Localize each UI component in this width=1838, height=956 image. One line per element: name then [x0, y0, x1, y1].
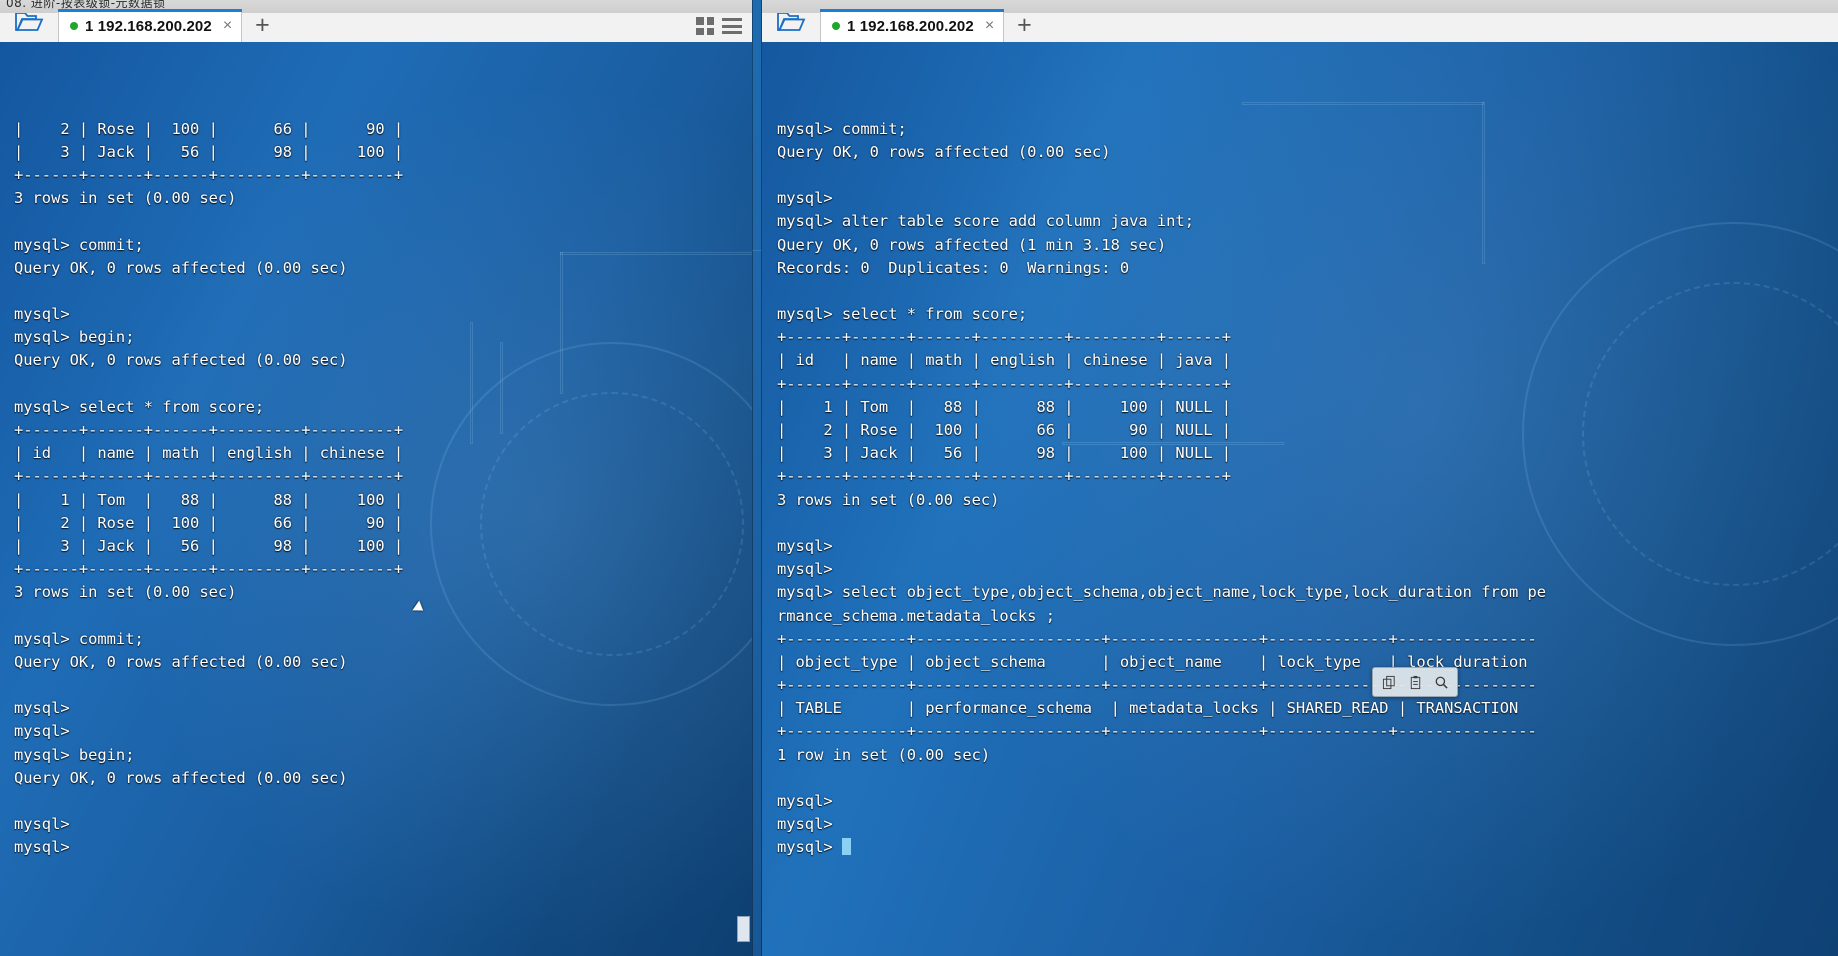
terminal-line: 1 row in set (0.00 sec) [777, 745, 991, 764]
terminal-line: mysql> [14, 838, 70, 857]
text-cursor [841, 838, 851, 856]
titlebar-left: 08. 进阶-按表级锁-元数据锁 1 192.168.200.202 × + [0, 0, 752, 43]
terminal-line: | 3 | Jack | 56 | 98 | 100 | [14, 142, 404, 161]
terminal-line: +------+------+------+---------+--------… [777, 374, 1232, 393]
terminal-bg-line [1242, 102, 1484, 105]
terminal-line: | 1 | Tom | 88 | 88 | 100 | NULL | [777, 397, 1232, 416]
new-tab-button[interactable]: + [242, 13, 283, 42]
terminal-line: +------+------+------+---------+--------… [14, 165, 404, 184]
terminal-line: | TABLE | performance_schema | metadata_… [777, 699, 1547, 718]
terminal-line: +------+------+------+---------+--------… [14, 467, 404, 486]
tab-session-1[interactable]: 1 192.168.200.202 × [820, 9, 1005, 42]
terminal-line: +-------------+--------------------+----… [777, 629, 1537, 648]
terminal-line: | id | name | math | english | chinese | [14, 444, 404, 463]
terminal-line: Records: 0 Duplicates: 0 Warnings: 0 [777, 258, 1130, 277]
terminal-line: mysql> [14, 699, 70, 718]
terminal-line: mysql> begin; [14, 328, 135, 347]
close-icon[interactable]: × [985, 18, 994, 34]
terminal-line: mysql> begin; [14, 745, 135, 764]
desktop-screen: 08. 进阶-按表级锁-元数据锁 1 192.168.200.202 × + |… [0, 0, 1838, 956]
terminal-line: mysql> commit; [14, 629, 144, 648]
terminal-window-right[interactable]: 1 192.168.200.202 × + mysql> commit; Quer… [762, 0, 1838, 956]
terminal-line: | object_type | object_schema | object_n… [777, 652, 1537, 671]
terminal-text-left: | 2 | Rose | 100 | 66 | 90 | | 3 | Jack |… [0, 112, 752, 860]
terminal-line: mysql> alter table score add column java… [777, 212, 1194, 231]
terminal-line: mysql> [14, 815, 70, 834]
terminal-line: | 2 | Rose | 100 | 66 | 90 | NULL | [777, 421, 1232, 440]
scrollbar-thumb-left[interactable] [737, 916, 750, 942]
terminal-line: +------+------+------+---------+--------… [777, 328, 1232, 347]
terminal-line: mysql> commit; [14, 235, 144, 254]
tab-label: 1 192.168.200.202 [85, 17, 212, 35]
search-icon[interactable] [1429, 671, 1453, 693]
terminal-line: mysql> select object_type,object_schema,… [777, 583, 1547, 602]
terminal-line: mysql> [14, 722, 70, 741]
terminal-line: 3 rows in set (0.00 sec) [14, 583, 237, 602]
terminal-line: Query OK, 0 rows affected (1 min 3.18 se… [777, 235, 1167, 254]
connected-dot [70, 22, 78, 30]
terminal-line: mysql> select * from score; [777, 305, 1028, 324]
terminal-line: mysql> [777, 815, 833, 834]
terminal-line: +-------------+--------------------+----… [777, 676, 1537, 695]
terminal-line: | 2 | Rose | 100 | 66 | 90 | [14, 513, 404, 532]
terminal-line: | 1 | Tom | 88 | 88 | 100 | [14, 490, 404, 509]
terminal-output-right[interactable]: mysql> commit; Query OK, 0 rows affected … [762, 42, 1838, 956]
terminal-output-left[interactable]: | 2 | Rose | 100 | 66 | 90 | | 3 | Jack |… [0, 42, 752, 956]
terminal-line: rmance_schema.metadata_locks ; [777, 606, 1055, 625]
terminal-line: mysql> commit; [777, 119, 907, 138]
clipboard-icon[interactable] [1403, 671, 1427, 693]
terminal-text-right: mysql> commit; Query OK, 0 rows affected … [762, 112, 1838, 860]
duplicate-icon[interactable] [1377, 671, 1401, 693]
desktop-strip-text: 08. 进阶-按表级锁-元数据锁 [6, 0, 166, 10]
terminal-line: mysql> [777, 792, 833, 811]
close-icon[interactable]: × [223, 18, 232, 34]
floating-toolbar[interactable] [1372, 667, 1458, 697]
window-chrome-actions [696, 17, 752, 42]
terminal-line: +------+------+------+---------+--------… [14, 560, 404, 579]
terminal-line: 3 rows in set (0.00 sec) [14, 189, 237, 208]
terminal-line: 3 rows in set (0.00 sec) [777, 490, 1000, 509]
terminal-line: mysql> [777, 836, 1838, 859]
terminal-line: Query OK, 0 rows affected (0.00 sec) [14, 652, 348, 671]
terminal-line: +------+------+------+---------+--------… [777, 467, 1232, 486]
tab-label: 1 192.168.200.202 [847, 17, 974, 35]
terminal-line: +-------------+--------------------+----… [777, 722, 1537, 741]
terminal-line: Query OK, 0 rows affected (0.00 sec) [14, 351, 348, 370]
terminal-line: Query OK, 0 rows affected (0.00 sec) [14, 768, 348, 787]
connected-dot [832, 22, 840, 30]
terminal-line: mysql> [14, 305, 70, 324]
terminal-window-left[interactable]: 08. 进阶-按表级锁-元数据锁 1 192.168.200.202 × + |… [0, 0, 752, 956]
list-view-icon[interactable] [722, 18, 742, 34]
grid-view-icon[interactable] [696, 17, 714, 35]
terminal-line: mysql> [777, 189, 833, 208]
terminal-line: | id | name | math | english | chinese |… [777, 351, 1232, 370]
terminal-line: mysql> [777, 536, 833, 555]
terminal-line: | 3 | Jack | 56 | 98 | 100 | [14, 536, 404, 555]
titlebar-right: 1 192.168.200.202 × + [762, 0, 1838, 43]
terminal-line: mysql> [777, 560, 833, 579]
terminal-line: +------+------+------+---------+--------… [14, 421, 404, 440]
tab-session-1[interactable]: 1 192.168.200.202 × [58, 9, 243, 42]
terminal-line: | 2 | Rose | 100 | 66 | 90 | [14, 119, 404, 138]
terminal-line: Query OK, 0 rows affected (0.00 sec) [14, 258, 348, 277]
terminal-line: Query OK, 0 rows affected (0.00 sec) [777, 142, 1111, 161]
new-tab-button[interactable]: + [1004, 13, 1045, 42]
terminal-line: | 3 | Jack | 56 | 98 | 100 | NULL | [777, 444, 1232, 463]
terminal-line: mysql> select * from score; [14, 397, 265, 416]
